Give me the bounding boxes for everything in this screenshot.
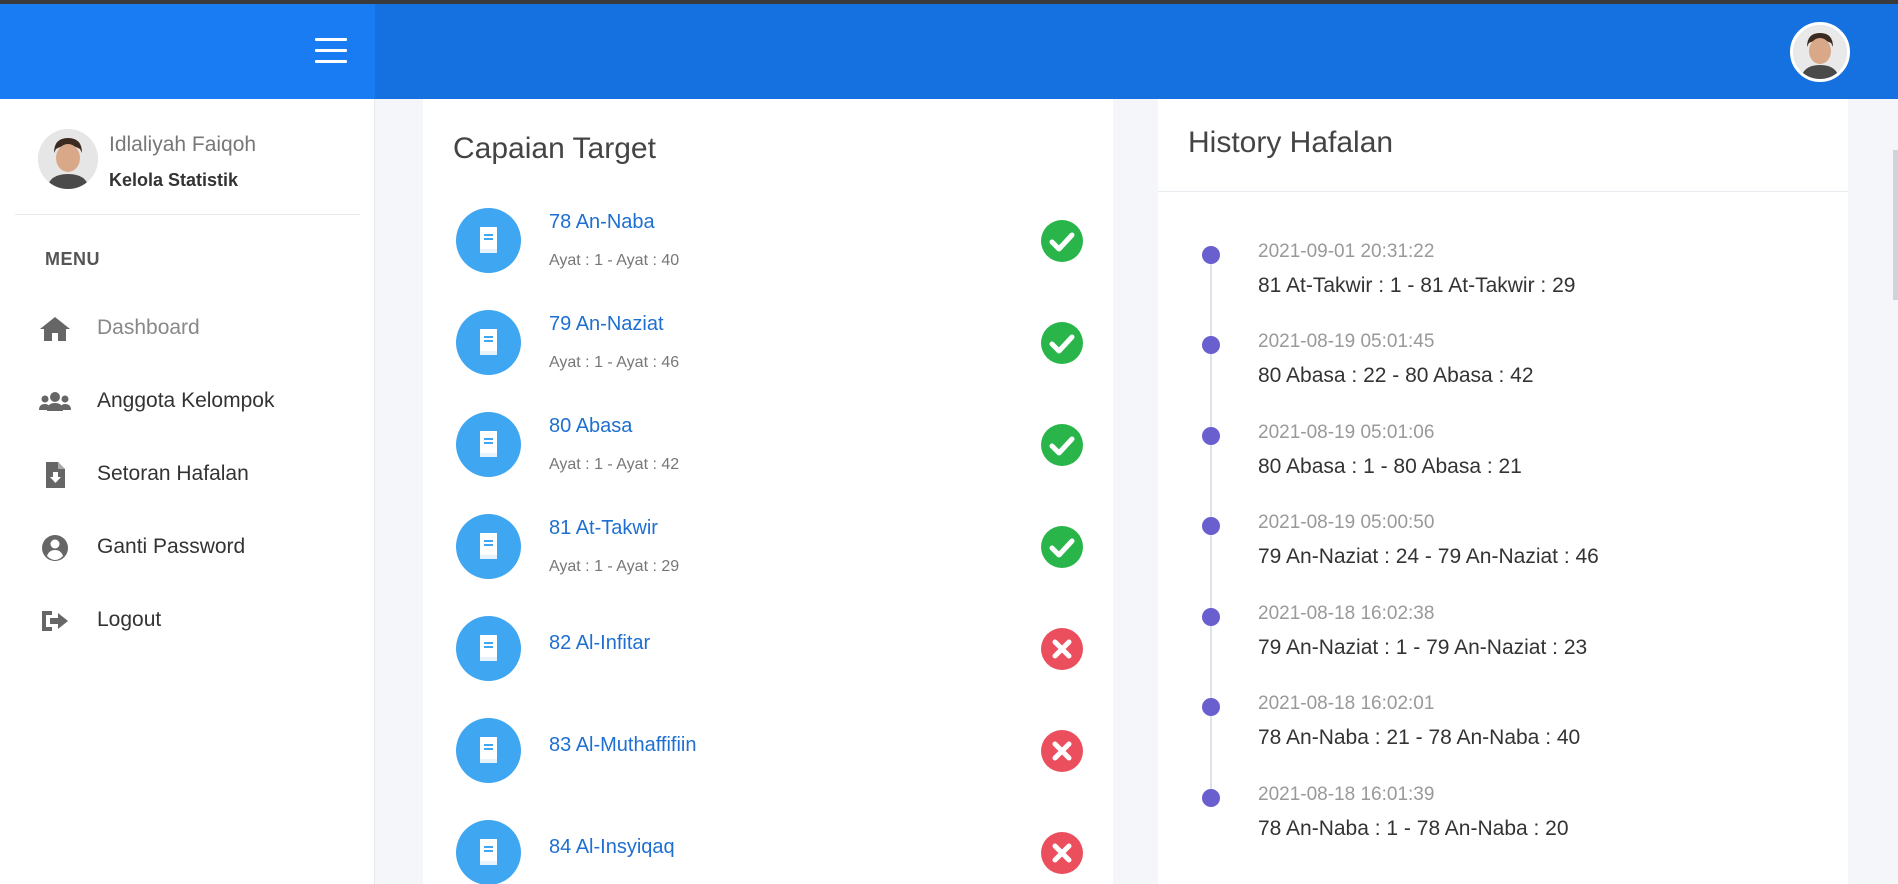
timeline-date: 2021-08-19 05:01:45 — [1258, 331, 1435, 352]
timeline-dot — [1202, 698, 1220, 716]
timeline-dot — [1202, 789, 1220, 807]
check-circle-icon — [1041, 322, 1083, 364]
timeline-text: 79 An-Naziat : 24 - 79 An-Naziat : 46 — [1258, 545, 1599, 568]
check-circle-icon — [1041, 424, 1083, 466]
ayat-range: Ayat : 1 - Ayat : 46 — [549, 354, 680, 371]
surah-link[interactable]: 84 Al-Insyiqaq — [549, 836, 675, 859]
timeline-text: 80 Abasa : 22 - 80 Abasa : 42 — [1258, 364, 1534, 387]
target-item: 82 Al-Infitar — [423, 616, 1113, 718]
sidebar-item-setoran-hafalan[interactable]: Setoran Hafalan — [0, 448, 375, 502]
check-circle-icon — [1041, 526, 1083, 568]
sidebar-item-label: Anggota Kelompok — [97, 389, 275, 412]
target-item: 83 Al-Muthaffifiin — [423, 718, 1113, 820]
timeline-text: 79 An-Naziat : 1 - 79 An-Naziat : 23 — [1258, 636, 1588, 659]
history-card-title: History Hafalan — [1188, 126, 1394, 159]
top-navbar — [0, 4, 1898, 99]
book-icon — [456, 412, 521, 477]
check-circle-icon — [1041, 220, 1083, 262]
sidebar-item-anggota-kelompok[interactable]: Anggota Kelompok — [0, 375, 375, 429]
surah-link[interactable]: 79 An-Naziat — [549, 313, 664, 336]
user-profile-panel: Idlaliyah Faiqoh Kelola Statistik — [15, 99, 360, 215]
book-icon — [456, 718, 521, 783]
timeline-text: 80 Abasa : 1 - 80 Abasa : 21 — [1258, 455, 1522, 478]
timeline-text: 78 An-Naba : 1 - 78 An-Naba : 20 — [1258, 817, 1569, 840]
home-icon — [38, 314, 72, 344]
timeline-text: 78 An-Naba : 21 - 78 An-Naba : 40 — [1258, 726, 1581, 749]
timeline-item: 2021-08-19 05:00:50 79 An-Naziat : 24 - … — [1158, 512, 1848, 592]
times-circle-icon — [1041, 832, 1083, 874]
surah-link[interactable]: 81 At-Takwir — [549, 517, 658, 540]
menu-header: MENU — [45, 249, 100, 269]
book-icon — [456, 310, 521, 375]
divider — [1158, 191, 1848, 192]
timeline-item: 2021-08-19 05:01:45 80 Abasa : 22 - 80 A… — [1158, 331, 1848, 411]
history-card: History Hafalan 2021-09-01 20:31:22 81 A… — [1158, 99, 1848, 884]
target-card-title: Capaian Target — [453, 132, 656, 165]
sidebar-item-label: Logout — [97, 608, 162, 631]
ayat-range: Ayat : 1 - Ayat : 42 — [549, 456, 680, 473]
timeline-item: 2021-08-18 16:01:39 78 An-Naba : 1 - 78 … — [1158, 784, 1848, 864]
target-item: 80 Abasa Ayat : 1 - Ayat : 42 — [423, 412, 1113, 514]
user-role: Kelola Statistik — [109, 170, 239, 190]
brand-area — [0, 4, 375, 99]
times-circle-icon — [1041, 730, 1083, 772]
timeline-item: 2021-08-18 16:02:38 79 An-Naziat : 1 - 7… — [1158, 603, 1848, 683]
user-circle-icon — [38, 533, 72, 563]
timeline-item: 2021-08-18 16:02:01 78 An-Naba : 21 - 78… — [1158, 693, 1848, 773]
ayat-range: Ayat : 1 - Ayat : 40 — [549, 252, 680, 269]
timeline-item: 2021-08-19 05:01:06 80 Abasa : 1 - 80 Ab… — [1158, 422, 1848, 502]
file-download-icon — [38, 460, 72, 490]
sidebar-item-label: Setoran Hafalan — [97, 462, 249, 485]
sign-out-icon — [38, 606, 72, 636]
ayat-range: Ayat : 1 - Ayat : 29 — [549, 558, 680, 575]
book-icon — [456, 616, 521, 681]
timeline-dot — [1202, 517, 1220, 535]
times-circle-icon — [1041, 628, 1083, 670]
target-item: 81 At-Takwir Ayat : 1 - Ayat : 29 — [423, 514, 1113, 616]
sidebar-item-label: Dashboard — [97, 316, 200, 339]
user-name: Idlaliyah Faiqoh — [109, 133, 257, 156]
sidebar: Idlaliyah Faiqoh Kelola Statistik MENU D… — [0, 99, 375, 884]
sidebar-item-label: Ganti Password — [97, 535, 246, 558]
surah-link[interactable]: 83 Al-Muthaffifiin — [549, 734, 697, 757]
sidebar-item-dashboard[interactable]: Dashboard — [0, 302, 375, 356]
hamburger-icon[interactable] — [315, 38, 347, 64]
target-item: 84 Al-Insyiqaq — [423, 820, 1113, 884]
target-item: 79 An-Naziat Ayat : 1 - Ayat : 46 — [423, 310, 1113, 412]
timeline-date: 2021-08-18 16:02:01 — [1258, 693, 1435, 714]
surah-link[interactable]: 78 An-Naba — [549, 211, 655, 234]
timeline-date: 2021-08-18 16:02:38 — [1258, 603, 1435, 624]
sidebar-user-avatar — [38, 129, 98, 189]
timeline-dot — [1202, 336, 1220, 354]
sidebar-item-ganti-password[interactable]: Ganti Password — [0, 521, 375, 575]
scrollbar[interactable] — [1893, 150, 1898, 300]
book-icon — [456, 514, 521, 579]
timeline-date: 2021-08-18 16:01:39 — [1258, 784, 1435, 805]
target-item: 78 An-Naba Ayat : 1 - Ayat : 40 — [423, 208, 1113, 310]
timeline-date: 2021-08-19 05:00:50 — [1258, 512, 1435, 533]
timeline-dot — [1202, 427, 1220, 445]
target-card: Capaian Target 78 An-Naba Ayat : 1 - Aya… — [423, 99, 1113, 884]
surah-link[interactable]: 82 Al-Infitar — [549, 632, 650, 655]
timeline-date: 2021-08-19 05:01:06 — [1258, 422, 1435, 443]
users-icon — [38, 387, 72, 417]
book-icon — [456, 820, 521, 884]
sidebar-item-logout[interactable]: Logout — [0, 594, 375, 648]
top-user-avatar[interactable] — [1790, 22, 1850, 82]
timeline-dot — [1202, 246, 1220, 264]
book-icon — [456, 208, 521, 273]
timeline-dot — [1202, 608, 1220, 626]
surah-link[interactable]: 80 Abasa — [549, 415, 632, 438]
timeline-date: 2021-09-01 20:31:22 — [1258, 241, 1435, 262]
timeline-item: 2021-09-01 20:31:22 81 At-Takwir : 1 - 8… — [1158, 241, 1848, 321]
timeline-text: 81 At-Takwir : 1 - 81 At-Takwir : 29 — [1258, 274, 1576, 297]
